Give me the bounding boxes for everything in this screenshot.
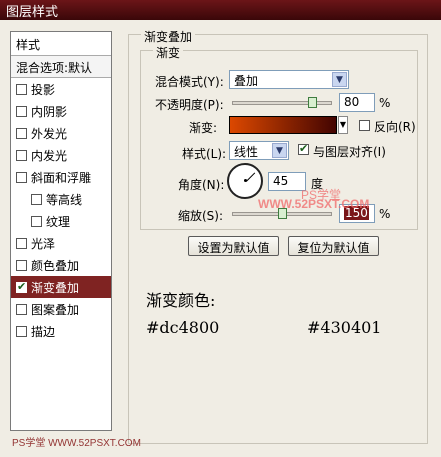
sidebar-item-checkbox[interactable] bbox=[16, 325, 27, 337]
sidebar-item[interactable]: 斜面和浮雕 bbox=[11, 166, 111, 188]
blend-mode-label: 混合模式(Y): bbox=[155, 75, 224, 89]
opacity-input[interactable]: 80 bbox=[339, 93, 375, 112]
blend-options-item[interactable]: 混合选项:默认 bbox=[11, 56, 111, 78]
blend-mode-select[interactable]: 叠加 ▼ bbox=[229, 70, 349, 89]
sidebar-item-checkbox[interactable] bbox=[16, 280, 27, 293]
sidebar-item-label: 内阴影 bbox=[31, 104, 68, 119]
reverse-label: 反向(R) bbox=[374, 120, 416, 134]
angle-dial[interactable] bbox=[227, 163, 263, 199]
style-select[interactable]: 线性 ▼ bbox=[229, 141, 289, 160]
opacity-slider[interactable] bbox=[232, 101, 332, 105]
gradient-end-color: #430401 bbox=[307, 318, 382, 337]
footer-watermark: PS学堂 WWW.52PSXT.COM bbox=[12, 438, 141, 449]
gradient-label: 渐变: bbox=[189, 121, 218, 135]
gradient-start-color: #dc4800 bbox=[146, 318, 220, 337]
gradient-colors-heading: 渐变颜色: bbox=[146, 291, 216, 310]
group-title: 渐变 bbox=[153, 44, 184, 61]
sidebar-item-checkbox[interactable] bbox=[16, 303, 27, 315]
sidebar-item-checkbox[interactable] bbox=[16, 259, 27, 271]
sidebar-item-checkbox[interactable] bbox=[31, 215, 42, 227]
sidebar-item[interactable]: 描边 bbox=[11, 320, 111, 342]
align-with-layer-label: 与图层对齐(I) bbox=[313, 145, 386, 159]
sidebar-item-label: 描边 bbox=[31, 324, 56, 339]
sidebar-item[interactable]: 渐变叠加 bbox=[11, 276, 111, 298]
sidebar-item-label: 颜色叠加 bbox=[31, 258, 80, 273]
sidebar-item-checkbox[interactable] bbox=[16, 83, 27, 95]
sidebar-item[interactable]: 图案叠加 bbox=[11, 298, 111, 320]
sidebar-item-label: 渐变叠加 bbox=[31, 280, 80, 295]
gradient-picker-arrow-icon[interactable]: ▼ bbox=[338, 116, 348, 134]
watermark-url: WWW.52PSXT.COM bbox=[258, 197, 370, 211]
chevron-down-icon: ▼ bbox=[332, 72, 347, 87]
sidebar-item[interactable]: 纹理 bbox=[11, 210, 111, 232]
sidebar-item-checkbox[interactable] bbox=[31, 193, 42, 205]
sidebar-item-checkbox[interactable] bbox=[16, 171, 27, 183]
styles-sidebar: 样式 混合选项:默认 投影内阴影外发光内发光斜面和浮雕等高线纹理光泽颜色叠加渐变… bbox=[10, 31, 112, 431]
angle-label: 角度(N): bbox=[178, 178, 225, 192]
sidebar-item[interactable]: 投影 bbox=[11, 78, 111, 100]
sidebar-item-label: 图案叠加 bbox=[31, 302, 80, 317]
sidebar-item[interactable]: 等高线 bbox=[11, 188, 111, 210]
window-title: 图层样式 bbox=[0, 0, 441, 20]
sidebar-item-label: 纹理 bbox=[46, 214, 71, 229]
sidebar-item-checkbox[interactable] bbox=[16, 149, 27, 161]
blend-mode-value: 叠加 bbox=[234, 74, 259, 88]
styles-header[interactable]: 样式 bbox=[11, 32, 111, 56]
opacity-percent: % bbox=[379, 96, 391, 110]
sidebar-item[interactable]: 内阴影 bbox=[11, 100, 111, 122]
reset-default-button[interactable]: 复位为默认值 bbox=[288, 236, 379, 256]
sidebar-item-checkbox[interactable] bbox=[16, 237, 27, 249]
opacity-label: 不透明度(P): bbox=[155, 98, 224, 112]
sidebar-item[interactable]: 内发光 bbox=[11, 144, 111, 166]
panel-title: 渐变叠加 bbox=[141, 28, 196, 45]
sidebar-item-label: 斜面和浮雕 bbox=[31, 170, 92, 185]
sidebar-item-label: 光泽 bbox=[31, 236, 56, 251]
sidebar-item-checkbox[interactable] bbox=[16, 127, 27, 139]
scale-label: 缩放(S): bbox=[178, 209, 224, 223]
scale-percent: % bbox=[379, 207, 391, 221]
sidebar-item-label: 等高线 bbox=[46, 192, 83, 207]
sidebar-item[interactable]: 外发光 bbox=[11, 122, 111, 144]
make-default-button[interactable]: 设置为默认值 bbox=[188, 236, 279, 256]
align-with-layer-checkbox[interactable] bbox=[298, 142, 309, 155]
chevron-down-icon: ▼ bbox=[272, 143, 287, 158]
style-value: 线性 bbox=[234, 145, 259, 159]
sidebar-item[interactable]: 光泽 bbox=[11, 232, 111, 254]
style-label: 样式(L): bbox=[182, 147, 227, 161]
sidebar-item[interactable]: 颜色叠加 bbox=[11, 254, 111, 276]
sidebar-item-checkbox[interactable] bbox=[16, 105, 27, 117]
angle-dial-needle bbox=[246, 172, 256, 182]
gradient-swatch[interactable] bbox=[229, 116, 337, 134]
sidebar-item-label: 投影 bbox=[31, 82, 56, 97]
sidebar-item-label: 内发光 bbox=[31, 148, 68, 163]
sidebar-item-label: 外发光 bbox=[31, 126, 68, 141]
styles-list: 投影内阴影外发光内发光斜面和浮雕等高线纹理光泽颜色叠加渐变叠加图案叠加描边 bbox=[11, 78, 111, 342]
reverse-checkbox[interactable] bbox=[359, 120, 370, 131]
opacity-slider-thumb[interactable] bbox=[308, 97, 317, 108]
